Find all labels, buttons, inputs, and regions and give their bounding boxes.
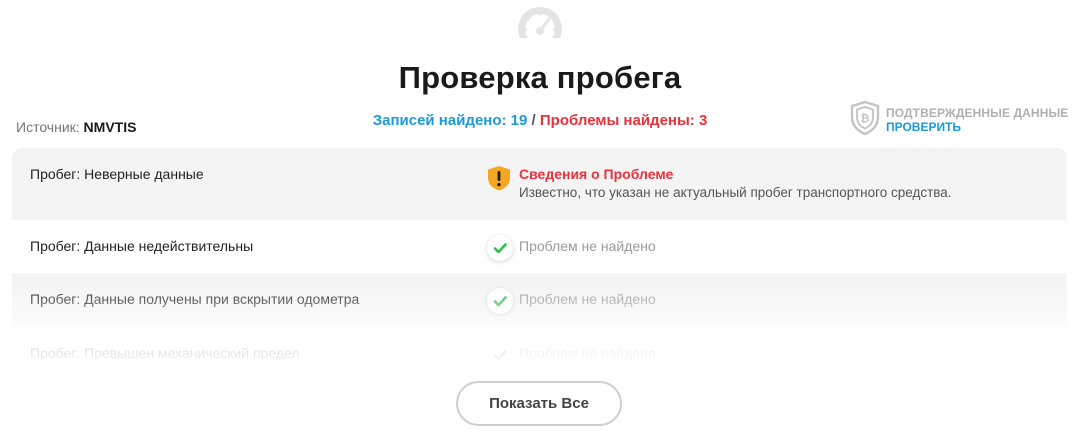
checkmark-icon — [487, 288, 513, 314]
verified-data-badge: ₿ ПОДТВЕРЖДЕННЫЕ ДАННЫЕ ПРОВЕРИТЬ — [849, 100, 1071, 136]
check-row-mechanical-limit: Пробег: Превышен механический предел Про… — [12, 327, 1067, 365]
status-text: Проблем не найдено — [519, 345, 656, 361]
svg-text:₿: ₿ — [861, 113, 870, 125]
checkmark-icon — [487, 342, 513, 365]
check-row-data-invalid: Пробег: Данные недействительны Проблем н… — [12, 220, 1067, 273]
check-row-incorrect-data: Пробег: Неверные данные Сведения о Пробл… — [12, 148, 1067, 220]
problem-description: Известно, что указан не актуальный пробе… — [519, 185, 952, 200]
status-text: Проблем не найдено — [519, 238, 656, 254]
speedometer-icon — [516, 7, 564, 45]
check-label: Пробег: Превышен механический предел — [30, 345, 300, 361]
shield-icon: ₿ — [850, 100, 880, 136]
check-row-odometer-opened: Пробег: Данные получены при вскрытии одо… — [12, 273, 1067, 327]
summary-separator: / — [531, 112, 536, 129]
warning-shield-icon — [488, 166, 510, 191]
problems-found: Проблемы найдены: 3 — [539, 112, 708, 129]
verify-link[interactable]: ПРОВЕРИТЬ — [886, 120, 961, 134]
mileage-checks-table: Пробег: Неверные данные Сведения о Пробл… — [12, 148, 1067, 365]
page-title: Проверка пробега — [398, 60, 682, 95]
checkmark-icon — [487, 235, 513, 261]
verified-data-label: ПОДТВЕРЖДЕННЫЕ ДАННЫЕ — [886, 106, 1069, 120]
check-label: Пробег: Неверные данные — [30, 166, 204, 182]
check-label: Пробег: Данные получены при вскрытии одо… — [30, 291, 360, 307]
check-label: Пробег: Данные недействительны — [30, 238, 254, 254]
show-all-button[interactable]: Показать Все — [456, 381, 622, 426]
records-found: Записей найдено: 19 — [372, 112, 528, 129]
problem-title: Сведения о Проблеме — [519, 166, 674, 182]
status-text: Проблем не найдено — [519, 291, 656, 307]
